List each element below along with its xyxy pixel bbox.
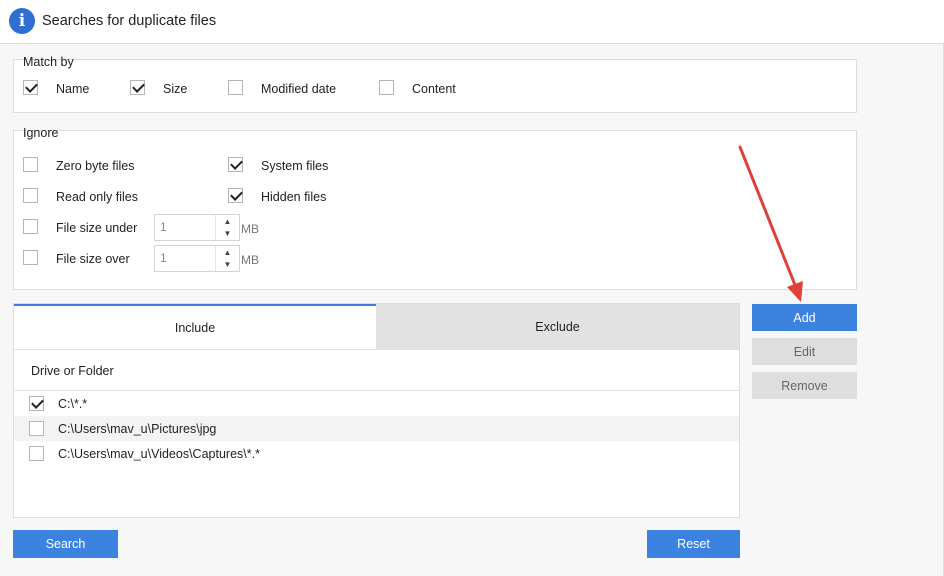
hidden-files-label: Hidden files (261, 190, 327, 204)
list-item-path: C:\Users\mav_u\Videos\Captures\*.* (58, 447, 260, 461)
tab-include[interactable]: Include (14, 304, 376, 349)
list-item[interactable]: C:\Users\mav_u\Pictures\jpg (14, 416, 739, 441)
list-header: Drive or Folder (14, 349, 739, 391)
drive-or-folder-header: Drive or Folder (31, 364, 114, 378)
chevron-down-icon[interactable]: ▼ (216, 227, 239, 239)
list-item-path: C:\Users\mav_u\Pictures\jpg (58, 422, 217, 436)
list-item[interactable]: C:\Users\mav_u\Videos\Captures\*.* (14, 441, 739, 466)
chevron-up-icon[interactable]: ▲ (216, 246, 239, 258)
size-over-unit: MB (241, 253, 259, 267)
tab-exclude[interactable]: Exclude (376, 304, 739, 349)
ignore-label: Ignore (23, 126, 59, 140)
size-under-stepper[interactable]: 1 ▲ ▼ (154, 214, 240, 241)
match-modified-date-label: Modified date (261, 82, 337, 96)
zero-byte-label: Zero byte files (56, 159, 135, 173)
add-button[interactable]: Add (752, 304, 857, 331)
match-by-label: Match by (23, 55, 74, 69)
size-over-spin-buttons: ▲ ▼ (215, 246, 239, 271)
edit-button[interactable]: Edit (752, 338, 857, 365)
match-size-label: Size (163, 82, 188, 96)
size-over-label: File size over (56, 252, 130, 266)
size-under-unit: MB (241, 222, 259, 236)
read-only-checkbox[interactable] (23, 188, 38, 203)
size-under-spin-buttons: ▲ ▼ (215, 215, 239, 240)
zero-byte-checkbox[interactable] (23, 157, 38, 172)
list-item-checkbox[interactable] (29, 421, 44, 436)
system-files-label: System files (261, 159, 329, 173)
size-under-checkbox[interactable] (23, 219, 38, 234)
match-name-checkbox[interactable] (23, 80, 38, 95)
size-over-checkbox[interactable] (23, 250, 38, 265)
read-only-label: Read only files (56, 190, 138, 204)
system-files-checkbox[interactable] (228, 157, 243, 172)
window-title: Searches for duplicate files (42, 13, 217, 29)
search-button[interactable]: Search (13, 530, 118, 558)
list-item-checkbox[interactable] (29, 446, 44, 461)
match-modified-date-checkbox[interactable] (228, 80, 243, 95)
match-content-label: Content (412, 82, 456, 96)
list-item-path: C:\*.* (58, 397, 88, 411)
match-name-label: Name (56, 82, 90, 96)
title-bar: i Searches for duplicate files (0, 0, 944, 44)
chevron-down-icon[interactable]: ▼ (216, 258, 239, 270)
match-size-checkbox[interactable] (130, 80, 145, 95)
info-icon: i (9, 8, 35, 34)
ignore-group (13, 130, 857, 290)
hidden-files-checkbox[interactable] (228, 188, 243, 203)
reset-button[interactable]: Reset (647, 530, 740, 558)
include-exclude-panel: Include Exclude Drive or Folder C:\*.* C… (13, 303, 740, 518)
size-under-value[interactable]: 1 (160, 220, 167, 234)
size-under-label: File size under (56, 221, 138, 235)
remove-button[interactable]: Remove (752, 372, 857, 399)
size-over-stepper[interactable]: 1 ▲ ▼ (154, 245, 240, 272)
list-item-checkbox[interactable] (29, 396, 44, 411)
list-item[interactable]: C:\*.* (14, 391, 739, 416)
match-content-checkbox[interactable] (379, 80, 394, 95)
chevron-up-icon[interactable]: ▲ (216, 215, 239, 227)
size-over-value[interactable]: 1 (160, 251, 167, 265)
